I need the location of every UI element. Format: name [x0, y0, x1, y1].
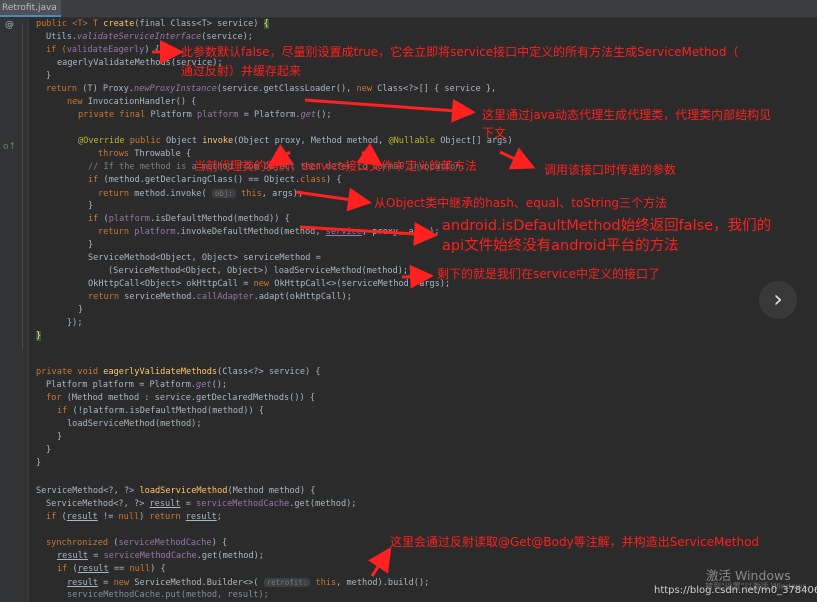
- annotation-args: 调用该接口时传递的参数: [544, 163, 677, 177]
- annotation-default-method: android.isDefaultMethod始终返回false，我们的: [442, 218, 772, 234]
- arrow-6: [299, 221, 438, 246]
- next-image-button[interactable]: ›: [759, 281, 797, 319]
- arrow-2: [304, 98, 476, 123]
- annotation-reflection: 这里会通过反射读取@Get@Body等注解，并构造出ServiceMethod: [390, 535, 760, 549]
- annotation-object-methods: 从Object类中继承的hash、equal、toString三个方法: [374, 196, 668, 210]
- annotation-proxy-instance: 当前代理类的实例，service接口文件中定义的某方法: [194, 159, 477, 173]
- arrow-5: [295, 187, 372, 212]
- arrow-8: [368, 547, 392, 577]
- annotation-validate-eagerly-cont: 通过反射）并缓存起来: [181, 64, 302, 78]
- annotation-default-method-cont: api文件始终没有android平台的方法: [442, 238, 679, 254]
- annotation-dynamic-proxy: 这里通过java动态代理生成代理类，代理类内部结构见: [482, 108, 772, 122]
- blog-watermark: https://blog.csdn.net/m0_37840695: [654, 585, 817, 596]
- annotation-validate-eagerly: 此参数默认false，尽量别设置成true，它会立即将service接口中定义的…: [181, 45, 739, 59]
- annotation-dynamic-proxy-cont: 下文: [482, 126, 507, 140]
- arrow-7: [401, 264, 434, 289]
- annotation-arrows: [152, 40, 536, 577]
- annotation-remaining: 剩下的就是我们在service中定义的接口了: [437, 267, 660, 281]
- arrow-4: [499, 147, 536, 170]
